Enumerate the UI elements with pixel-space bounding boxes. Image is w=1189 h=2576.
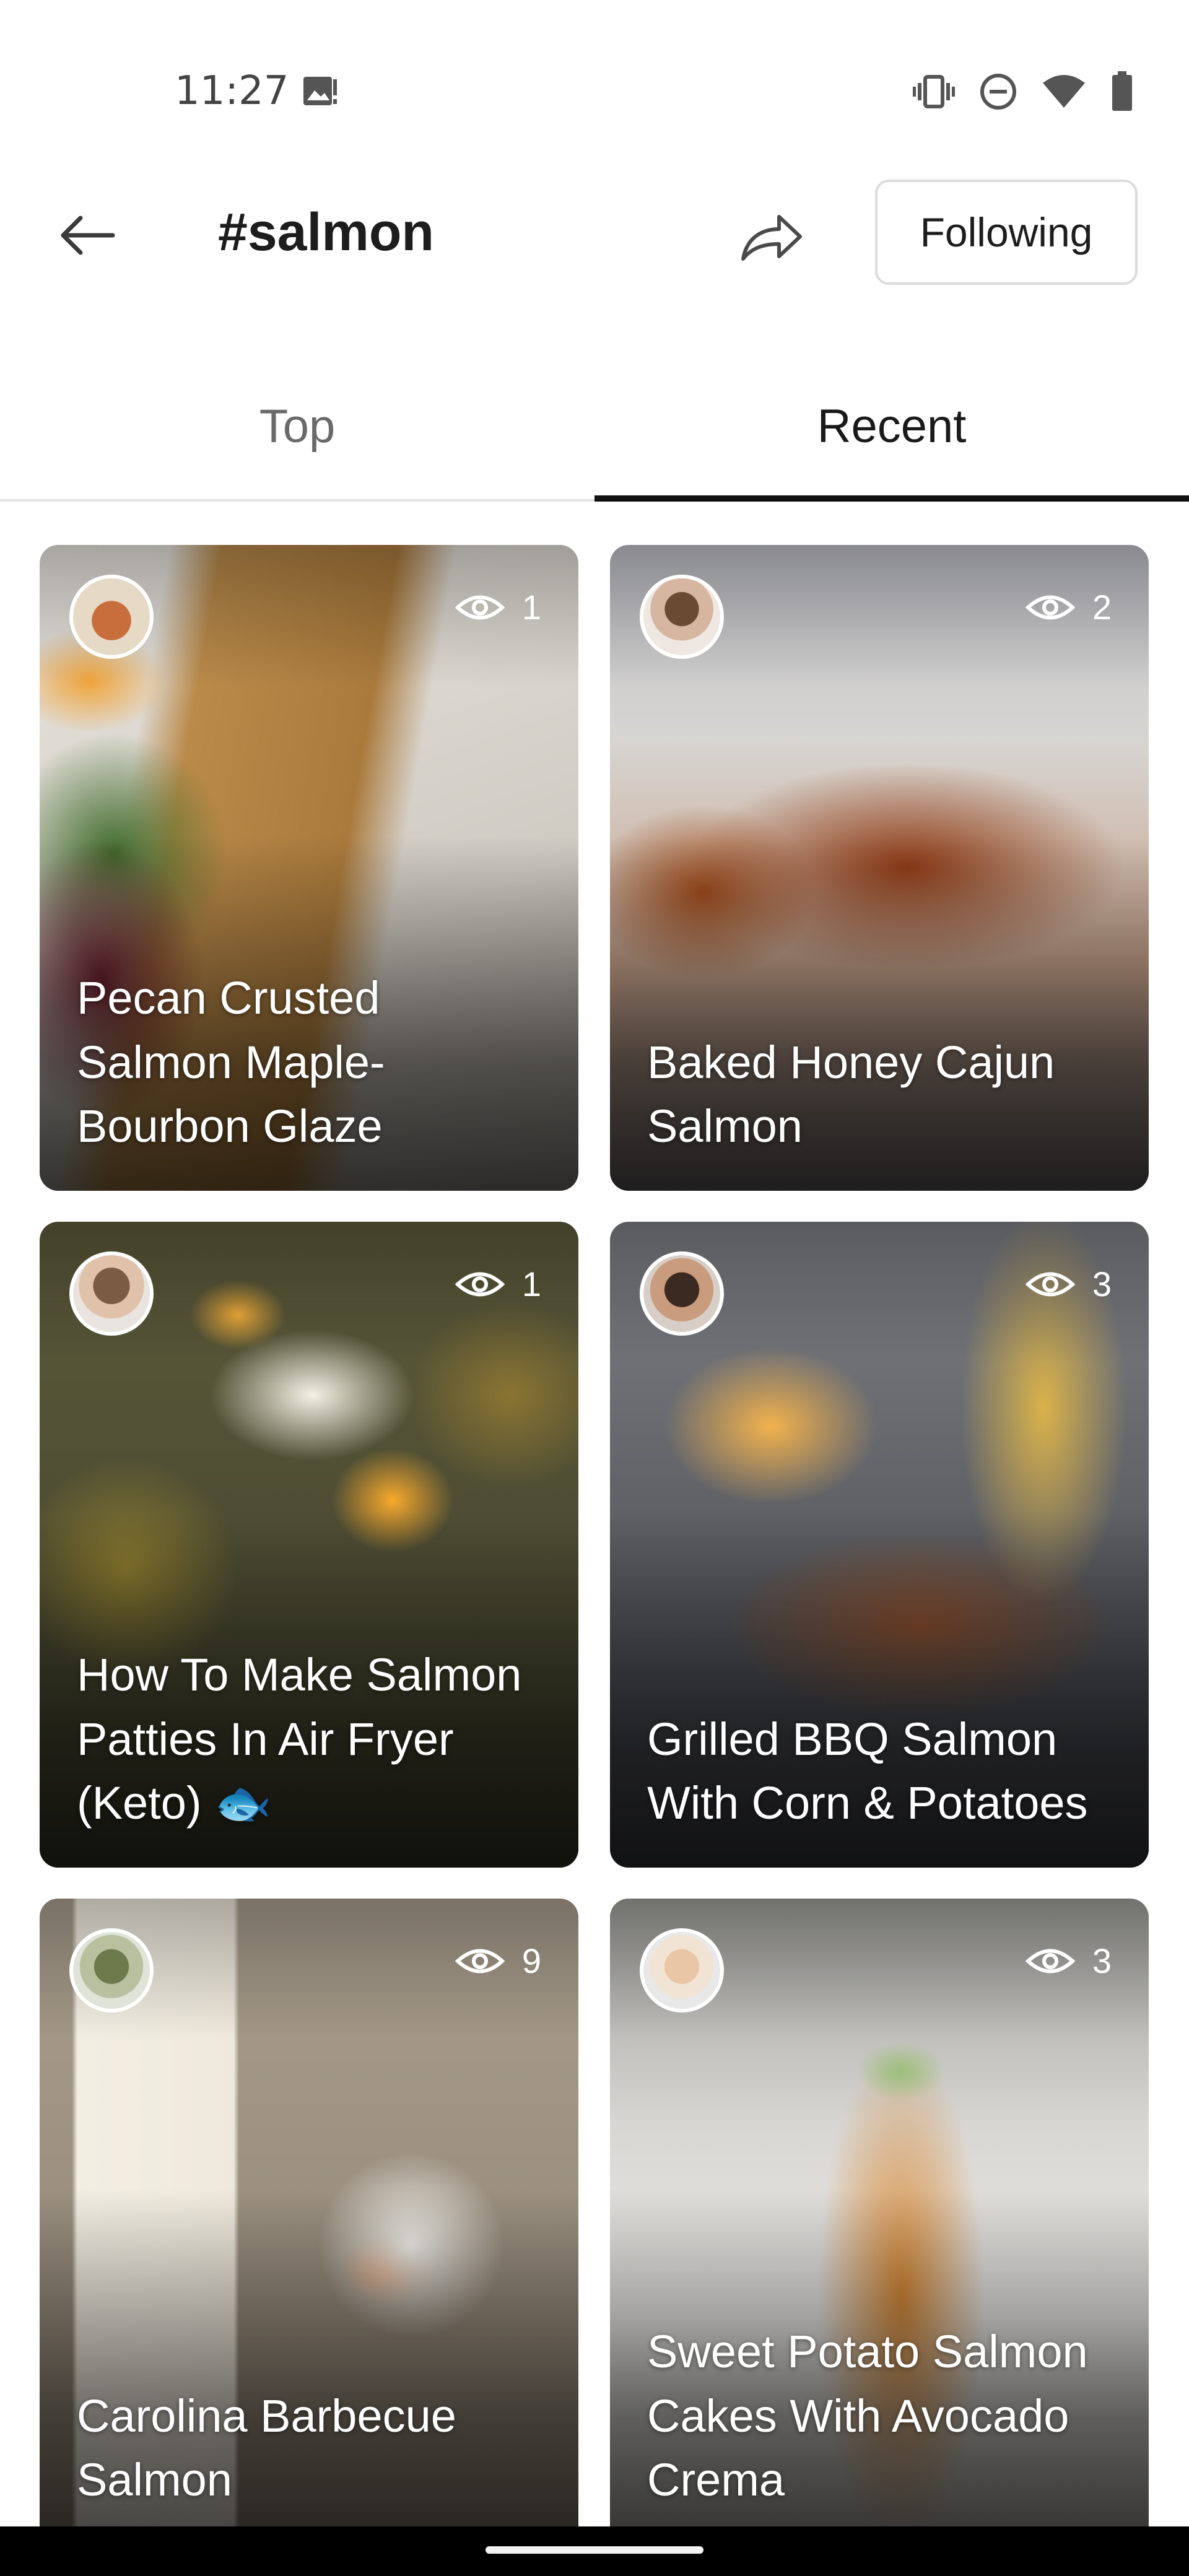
arrow-left-icon xyxy=(61,215,115,255)
wifi-icon xyxy=(1042,74,1086,109)
eye-icon xyxy=(1025,1949,1075,1973)
eye-icon xyxy=(455,595,505,619)
view-count: 1 xyxy=(455,1264,541,1304)
tab-top[interactable]: Top xyxy=(0,353,594,499)
eye-icon xyxy=(1025,1272,1075,1296)
recipe-card[interactable]: 3 Grilled BBQ Salmon With Corn & Potatoe… xyxy=(610,1222,1149,1868)
view-count: 2 xyxy=(1025,587,1112,627)
status-time: 11:27 xyxy=(175,68,289,114)
author-avatar[interactable] xyxy=(69,1928,154,2012)
recipe-card[interactable]: 2 Baked Honey Cajun Salmon xyxy=(610,545,1149,1191)
system-nav-bar xyxy=(0,2526,1189,2576)
eye-icon xyxy=(455,1272,505,1296)
recipe-grid: 1 Pecan Crusted Salmon Maple-Bourbon Gla… xyxy=(0,545,1189,2526)
share-button[interactable] xyxy=(731,199,811,274)
gallery-icon xyxy=(302,76,339,108)
view-count-value: 2 xyxy=(1092,588,1112,627)
battery-icon xyxy=(1111,71,1133,112)
author-avatar[interactable] xyxy=(69,575,154,659)
view-count-value: 1 xyxy=(521,588,541,627)
recipe-card[interactable]: 1 How To Make Salmon Patties In Air Frye… xyxy=(40,1222,578,1868)
view-count-value: 1 xyxy=(521,1264,541,1303)
share-arrow-icon xyxy=(741,215,802,261)
eye-icon xyxy=(455,1949,505,1973)
home-gesture-handle[interactable] xyxy=(486,2546,703,2554)
recipe-title: Carolina Barbecue Salmon xyxy=(77,2390,456,2506)
eye-icon xyxy=(1025,595,1075,619)
view-count-value: 3 xyxy=(1092,1941,1112,1980)
recipe-title: Baked Honey Cajun Salmon xyxy=(647,1036,1055,1152)
vibrate-icon xyxy=(913,74,955,109)
do-not-disturb-icon xyxy=(980,73,1017,110)
view-count-value: 9 xyxy=(521,1941,541,1980)
tab-selected-indicator xyxy=(594,495,1189,502)
view-count: 3 xyxy=(1025,1264,1112,1304)
tab-recent[interactable]: Recent xyxy=(594,353,1189,499)
recipe-card[interactable]: 9 Carolina Barbecue Salmon xyxy=(40,1899,578,2526)
recipe-card[interactable]: 1 Pecan Crusted Salmon Maple-Bourbon Gla… xyxy=(40,545,578,1191)
tab-bar: Top Recent xyxy=(0,353,1189,502)
header: #salmon Following xyxy=(0,161,1189,316)
recipe-title: How To Make Salmon Patties In Air Fryer … xyxy=(77,1649,522,1829)
page-title: #salmon xyxy=(218,202,434,262)
author-avatar[interactable] xyxy=(69,1251,154,1336)
view-count: 1 xyxy=(455,587,541,627)
author-avatar[interactable] xyxy=(640,1928,724,2012)
recipe-title: Grilled BBQ Salmon With Corn & Potatoes xyxy=(647,1713,1088,1829)
recipe-card[interactable]: 3 Sweet Potato Salmon Cakes With Avocado… xyxy=(610,1899,1149,2526)
status-bar: 11:27 xyxy=(0,0,1189,161)
following-button[interactable]: Following xyxy=(875,180,1138,285)
author-avatar[interactable] xyxy=(640,1251,724,1336)
back-button[interactable] xyxy=(50,198,124,272)
status-icons xyxy=(913,69,1133,114)
recipe-title: Sweet Potato Salmon Cakes With Avocado C… xyxy=(647,2326,1088,2506)
view-count: 9 xyxy=(455,1941,541,1981)
recipe-title: Pecan Crusted Salmon Maple-Bourbon Glaze xyxy=(77,972,385,1152)
view-count-value: 3 xyxy=(1092,1264,1112,1303)
view-count: 3 xyxy=(1025,1941,1112,1981)
author-avatar[interactable] xyxy=(640,575,724,659)
